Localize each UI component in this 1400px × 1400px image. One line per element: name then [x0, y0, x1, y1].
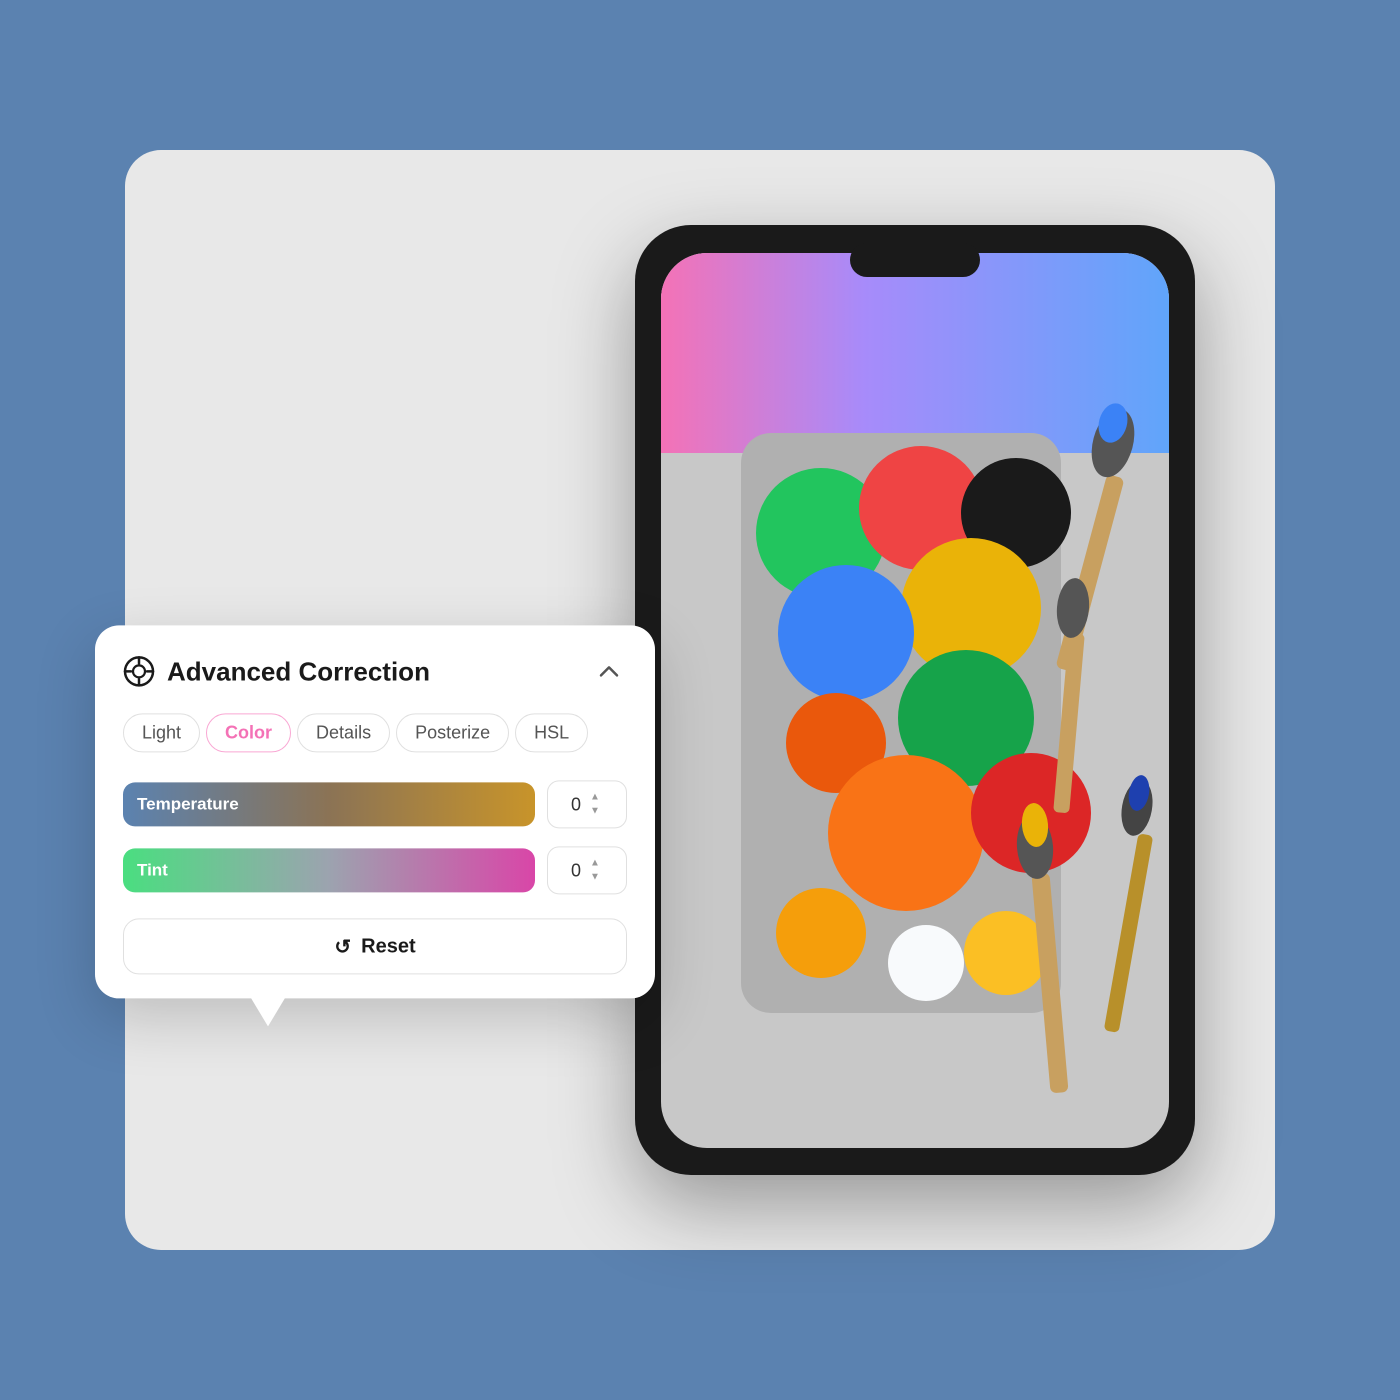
popup-arrow	[250, 996, 286, 1026]
tab-details[interactable]: Details	[297, 713, 390, 752]
phone-notch	[850, 243, 980, 277]
popup-header-left: Advanced Correction	[123, 655, 430, 687]
reset-button[interactable]: ↺ Reset	[123, 918, 627, 974]
tint-row: Tint 0 ▲ ▼	[123, 846, 627, 894]
tint-slider-container: Tint 0 ▲ ▼	[123, 846, 627, 894]
phone-screen-image	[661, 253, 1169, 1148]
main-card: Advanced Correction Light Color Details …	[125, 150, 1275, 1250]
reset-icon: ↺	[334, 934, 351, 959]
tint-value: 0	[571, 860, 581, 881]
tint-value-box: 0 ▲ ▼	[547, 846, 627, 894]
popup-title: Advanced Correction	[167, 656, 430, 687]
phone-mockup	[635, 225, 1195, 1175]
tab-light[interactable]: Light	[123, 713, 200, 752]
temperature-slider-container: Temperature 0 ▲ ▼	[123, 780, 627, 828]
tab-color[interactable]: Color	[206, 713, 291, 752]
temperature-slider[interactable]: Temperature	[123, 782, 535, 826]
temperature-value: 0	[571, 794, 581, 815]
temperature-row: Temperature 0 ▲ ▼	[123, 780, 627, 828]
tint-label: Tint	[137, 860, 168, 880]
temperature-decrement[interactable]: ▼	[587, 805, 603, 817]
tab-posterize[interactable]: Posterize	[396, 713, 509, 752]
correction-popup: Advanced Correction Light Color Details …	[95, 625, 655, 998]
tint-decrement[interactable]: ▼	[587, 871, 603, 883]
temperature-value-box: 0 ▲ ▼	[547, 780, 627, 828]
tint-increment[interactable]: ▲	[587, 857, 603, 869]
tint-slider[interactable]: Tint	[123, 848, 535, 892]
tab-hsl[interactable]: HSL	[515, 713, 588, 752]
temperature-thumb	[327, 786, 331, 822]
collapse-button[interactable]	[591, 653, 627, 689]
reset-label: Reset	[361, 935, 415, 958]
temperature-spinners: ▲ ▼	[587, 791, 603, 817]
temperature-increment[interactable]: ▲	[587, 791, 603, 803]
tabs-row: Light Color Details Posterize HSL	[123, 713, 627, 752]
chevron-up-icon	[595, 657, 623, 685]
tint-spinners: ▲ ▼	[587, 857, 603, 883]
tint-thumb	[327, 852, 331, 888]
phone-screen	[661, 253, 1169, 1148]
popup-header: Advanced Correction	[123, 653, 627, 689]
correction-icon	[123, 655, 155, 687]
temperature-label: Temperature	[137, 794, 239, 814]
